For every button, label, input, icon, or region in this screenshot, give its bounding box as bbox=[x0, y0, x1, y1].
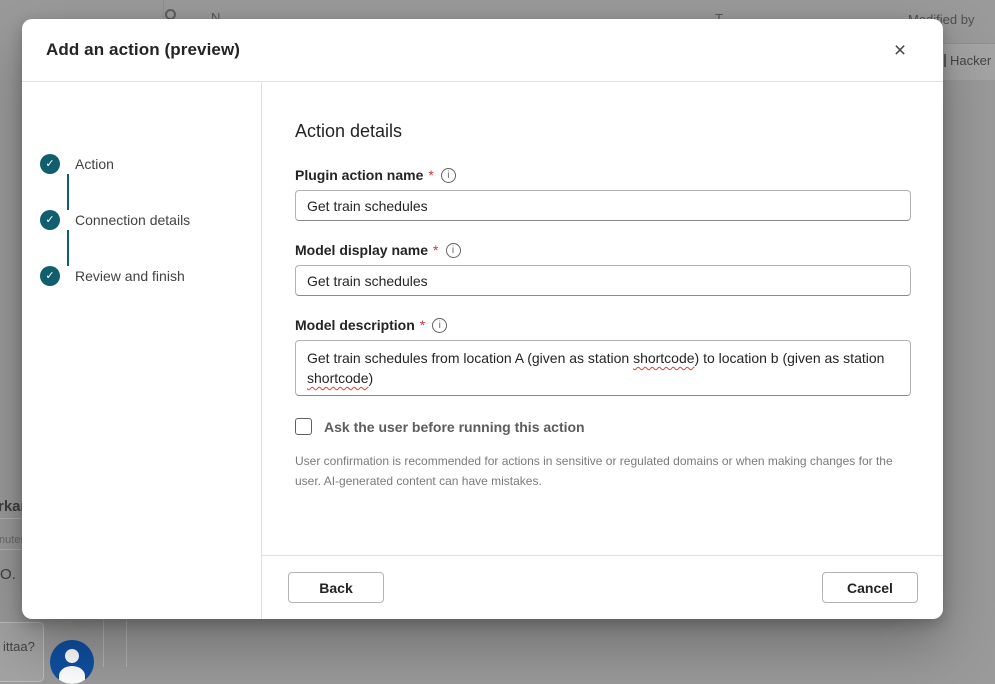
dialog-content: Action details Plugin action name * i Mo… bbox=[262, 82, 943, 619]
add-action-dialog: Add an action (preview) × ✓ Action ✓ Con… bbox=[22, 19, 943, 619]
step-label: Action bbox=[75, 156, 114, 172]
page-title: Action details bbox=[295, 121, 403, 141]
plugin-action-name-label: Plugin action name * i bbox=[295, 167, 911, 183]
person-icon bbox=[65, 649, 79, 663]
ask-user-checkbox-label: Ask the user before running this action bbox=[324, 418, 585, 435]
info-icon[interactable]: i bbox=[445, 242, 461, 258]
background-panel-divider bbox=[126, 619, 127, 667]
confirmation-helper-text: User confirmation is recommended for act… bbox=[295, 454, 893, 488]
dialog-body: ✓ Action ✓ Connection details ✓ Review a… bbox=[22, 82, 943, 619]
model-display-name-label: Model display name * i bbox=[295, 242, 911, 258]
close-button[interactable]: × bbox=[885, 35, 915, 65]
background-left-divider bbox=[0, 549, 22, 550]
misspelled-word: shortcode bbox=[633, 350, 695, 366]
dialog-header: Add an action (preview) × bbox=[22, 19, 943, 82]
step-review-and-finish: ✓ Review and finish bbox=[40, 266, 261, 286]
info-icon[interactable]: i bbox=[440, 167, 456, 183]
model-description-label: Model description * i bbox=[295, 317, 911, 333]
background-panel-divider bbox=[103, 619, 104, 667]
model-description-input[interactable]: Get train schedules from location A (giv… bbox=[295, 340, 911, 396]
misspelled-word: shortcode bbox=[307, 370, 369, 386]
background-header-underline bbox=[940, 43, 995, 44]
step-connection-details: ✓ Connection details bbox=[40, 210, 261, 230]
plugin-action-name-input[interactable] bbox=[295, 190, 911, 221]
ask-user-checkbox[interactable] bbox=[295, 418, 312, 435]
info-icon[interactable]: i bbox=[432, 317, 448, 333]
step-label: Review and finish bbox=[75, 268, 185, 284]
step-complete-check-icon: ✓ bbox=[40, 154, 60, 174]
wizard-steps-sidebar: ✓ Action ✓ Connection details ✓ Review a… bbox=[22, 82, 262, 619]
close-icon: × bbox=[893, 38, 907, 62]
step-label: Connection details bbox=[75, 212, 191, 228]
background-chat-text: ittaa? bbox=[3, 639, 35, 654]
step-complete-check-icon: ✓ bbox=[40, 266, 60, 286]
step-connector bbox=[67, 174, 69, 210]
back-button[interactable]: Back bbox=[288, 572, 384, 603]
cancel-button[interactable]: Cancel bbox=[822, 572, 918, 603]
background-left-text: O. bbox=[0, 566, 16, 583]
step-action: ✓ Action bbox=[40, 154, 261, 174]
background-chat-input: ittaa? bbox=[0, 622, 44, 682]
required-asterisk: * bbox=[428, 167, 434, 183]
dialog-footer: Back Cancel bbox=[262, 555, 943, 619]
background-cell-text: Hacker C bbox=[950, 53, 995, 68]
required-asterisk: * bbox=[419, 317, 426, 333]
background-cell-divider bbox=[944, 54, 946, 67]
background-left-divider bbox=[0, 518, 22, 519]
ask-user-checkbox-row: Ask the user before running this action bbox=[295, 418, 911, 435]
avatar bbox=[50, 640, 94, 684]
step-complete-check-icon: ✓ bbox=[40, 210, 60, 230]
dialog-title: Add an action (preview) bbox=[46, 40, 241, 59]
model-display-name-input[interactable] bbox=[295, 265, 911, 296]
step-connector bbox=[67, 230, 69, 266]
required-asterisk: * bbox=[433, 242, 439, 258]
